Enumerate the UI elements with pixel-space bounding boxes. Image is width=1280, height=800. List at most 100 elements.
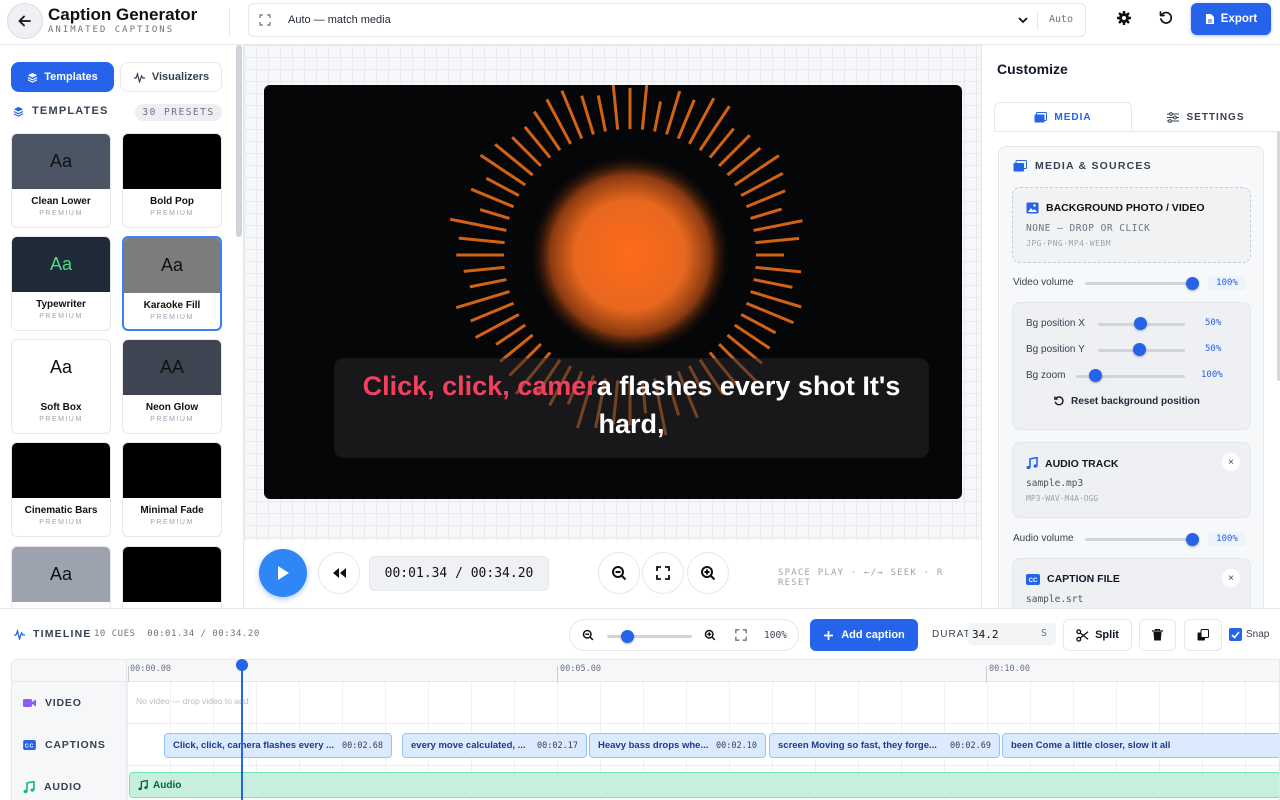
layers-icon — [27, 72, 38, 83]
remove-audio-button[interactable]: × — [1222, 453, 1240, 471]
top-bar: Caption Generator ANIMATED CAPTIONS Auto… — [0, 0, 1280, 45]
zoom-out-icon[interactable] — [582, 629, 594, 641]
visualizer-ray — [580, 95, 595, 135]
duration-field[interactable]: 34.2 S — [968, 623, 1056, 645]
bg-x-thumb[interactable] — [1134, 317, 1147, 330]
checkbox-checked-icon[interactable] — [1229, 628, 1242, 641]
template-card[interactable]: Aa — [11, 546, 111, 608]
remove-caption-button[interactable]: × — [1222, 569, 1240, 587]
reset-button[interactable] — [1158, 10, 1174, 26]
caption-file-card[interactable]: CC CAPTION FILE sample.srt × — [1012, 558, 1251, 608]
tab-visualizers[interactable]: Visualizers — [120, 62, 222, 92]
tab-templates[interactable]: Templates — [11, 62, 114, 92]
bg-zoom-thumb[interactable] — [1089, 369, 1102, 382]
template-name: Cinematic Bars — [24, 505, 98, 516]
expand-icon — [259, 14, 271, 26]
caption-clip[interactable]: Heavy bass drops whe... 00:02.10 — [589, 733, 766, 758]
template-card[interactable] — [122, 546, 222, 608]
reset-bg-position-button[interactable]: Reset background position — [1053, 395, 1200, 407]
settings-button[interactable] — [1116, 10, 1132, 26]
caption-clip[interactable]: Click, click, camera flashes every ... 00… — [164, 733, 392, 758]
play-button[interactable] — [259, 549, 307, 597]
clip-text: every move calculated, ... — [411, 740, 526, 751]
time-ruler[interactable]: 00:00.00 00:05.00 00:10.00 — [127, 660, 1279, 682]
clip-duration: 00:02.10 — [716, 740, 757, 751]
audio-volume-slider[interactable] — [1085, 538, 1193, 541]
template-tier: PREMIUM — [150, 519, 194, 526]
zoom-out-icon — [611, 565, 627, 581]
timeline-zoom-thumb[interactable] — [621, 630, 634, 643]
bg-y-value: 50% — [1205, 344, 1222, 354]
ruler-tick — [128, 666, 129, 682]
template-preview — [123, 443, 221, 498]
duration-unit: S — [1041, 628, 1048, 639]
fullscreen-button[interactable] — [642, 552, 684, 594]
clip-text: screen Moving so fast, they forge... — [778, 740, 937, 751]
caption-clip[interactable]: every move calculated, ... 00:02.17 — [402, 733, 587, 758]
zoom-value: 100% — [764, 630, 787, 641]
clip-duration: 00:02.17 — [537, 740, 578, 751]
template-card[interactable]: Aa Karaoke Fill PREMIUM — [122, 236, 222, 331]
export-button[interactable]: Export — [1191, 3, 1271, 35]
visualizer-ray — [469, 278, 507, 289]
video-lane[interactable]: No video — drop video to add — [127, 682, 1279, 724]
video-camera-icon — [23, 698, 36, 708]
template-card[interactable]: Aa Typewriter PREMIUM — [11, 236, 111, 331]
template-card[interactable]: Aa Soft Box PREMIUM — [11, 339, 111, 434]
caption-clip[interactable]: screen Moving so fast, they forge... 00:0… — [769, 733, 1000, 758]
visualizer-ray — [611, 85, 620, 130]
template-card[interactable]: Cinematic Bars PREMIUM — [11, 442, 111, 537]
template-preview — [12, 443, 110, 498]
template-name: Bold Pop — [150, 196, 194, 207]
template-card[interactable]: Minimal Fade PREMIUM — [122, 442, 222, 537]
undo-icon — [1158, 10, 1174, 26]
scrollbar[interactable] — [236, 45, 242, 237]
aspect-ratio-select[interactable]: Auto — match media Auto — [248, 3, 1086, 37]
ruler-label: 00:00.00 — [130, 664, 171, 674]
zoom-in-button[interactable] — [687, 552, 729, 594]
bg-y-thumb[interactable] — [1133, 343, 1146, 356]
undo-icon — [1053, 395, 1065, 407]
tab-settings[interactable]: SETTINGS — [1132, 102, 1280, 132]
caption-highlight: Click, click, camer — [362, 371, 597, 401]
clip-text: been Come a little closer, slow it all — [1011, 740, 1171, 751]
zoom-in-icon[interactable] — [704, 629, 716, 641]
audio-track-card[interactable]: AUDIO TRACK sample.mp3 MP3·WAV·M4A·OGG × — [1012, 442, 1251, 518]
template-tier: PREMIUM — [39, 313, 83, 320]
fit-icon[interactable] — [735, 629, 747, 641]
rewind-button[interactable] — [318, 552, 360, 594]
tab-media[interactable]: MEDIA — [994, 102, 1132, 132]
video-volume-slider[interactable] — [1085, 282, 1193, 285]
duplicate-button[interactable] — [1184, 619, 1222, 651]
captions-lane[interactable]: Click, click, camera flashes every ... 00… — [127, 724, 1279, 766]
visualizer-ray — [495, 323, 527, 346]
caption-text: Click, click, camera flashes every shot … — [334, 367, 929, 443]
template-card[interactable]: Aa Clean Lower PREMIUM — [11, 133, 111, 228]
audio-clip[interactable]: Audio — [129, 772, 1279, 798]
video-volume-thumb[interactable] — [1186, 277, 1199, 290]
sliders-icon — [1167, 111, 1180, 123]
template-name: Neon Glow — [145, 402, 199, 413]
snap-toggle[interactable]: Snap — [1229, 628, 1269, 641]
add-caption-button[interactable]: Add caption — [810, 619, 918, 651]
customize-panel: Customize MEDIA SETTINGS MEDIA & SOURCES… — [981, 45, 1280, 608]
template-card[interactable]: Bold Pop PREMIUM — [122, 133, 222, 228]
preview-canvas[interactable]: Click, click, camera flashes every shot … — [264, 85, 962, 499]
zoom-out-button[interactable] — [598, 552, 640, 594]
split-button[interactable]: Split — [1063, 619, 1132, 651]
audio-lane[interactable]: Audio — [127, 766, 1279, 800]
audio-volume-thumb[interactable] — [1186, 533, 1199, 546]
playhead[interactable] — [241, 664, 243, 800]
caption-clip[interactable]: been Come a little closer, slow it all — [1002, 733, 1279, 758]
background-dropzone[interactable]: BACKGROUND PHOTO / VIDEO NONE — DROP OR … — [1012, 187, 1251, 263]
time-display: 00:01.34 / 00:34.20 — [369, 556, 549, 591]
template-name: Typewriter — [36, 299, 86, 310]
template-card[interactable]: AA Neon Glow PREMIUM — [122, 339, 222, 434]
section-title: MEDIA & SOURCES — [1035, 160, 1152, 172]
timeline-zoom-slider[interactable] — [607, 635, 692, 638]
template-preview: Aa — [12, 237, 110, 292]
visualizer-ray — [665, 90, 682, 135]
dropzone-label: BACKGROUND PHOTO / VIDEO — [1046, 202, 1205, 214]
delete-button[interactable] — [1139, 619, 1176, 651]
back-button[interactable] — [7, 3, 43, 39]
